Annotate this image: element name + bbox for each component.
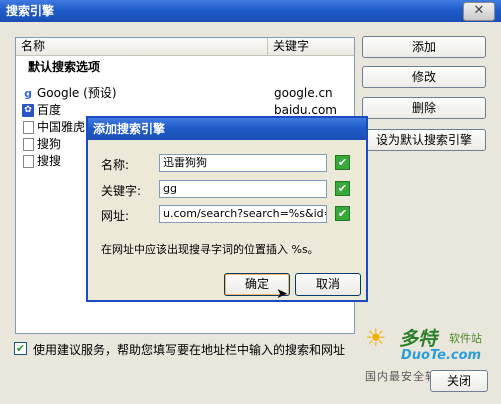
window-title: 搜索引擎 bbox=[6, 4, 55, 18]
url-hint-text: 在网址中应该出现搜寻字词的位置插入 %s。 bbox=[101, 243, 319, 256]
close-button[interactable]: 关闭 bbox=[430, 370, 488, 392]
watermark-domain: DuoTe.com bbox=[401, 348, 482, 363]
keyword-field[interactable]: gg bbox=[159, 180, 327, 198]
google-icon: g bbox=[24, 87, 32, 100]
dialog-title: 添加搜索引擎 bbox=[93, 122, 166, 136]
watermark-brand: 多特 bbox=[399, 328, 438, 350]
mouse-pointer-icon: ➤ bbox=[276, 286, 288, 302]
url-label: 网址: bbox=[101, 209, 130, 223]
keyword-label: 关键字: bbox=[101, 184, 142, 198]
name-label: 名称: bbox=[101, 158, 130, 172]
window-title-bar: 搜索引擎 ✕ bbox=[0, 0, 501, 22]
list-item-google[interactable]: g Google (预设) google.cn bbox=[20, 85, 350, 102]
suggest-service-label: 使用建议服务，帮助您填写要在地址栏中输入的搜索和网址 bbox=[33, 343, 346, 357]
suggest-service-checkbox[interactable]: ✔ bbox=[14, 342, 27, 355]
add-button[interactable]: 添加 bbox=[362, 36, 486, 58]
list-item-name: 百度 bbox=[37, 103, 62, 117]
cancel-button[interactable]: 取消 bbox=[295, 273, 361, 296]
window-close-icon[interactable]: ✕ bbox=[463, 2, 495, 21]
page-icon bbox=[23, 138, 34, 151]
set-default-button[interactable]: 设为默认搜索引擎 bbox=[362, 129, 486, 151]
baidu-paw-icon: ✿ bbox=[22, 104, 34, 117]
list-header: 名称 关键字 bbox=[16, 38, 354, 56]
column-header-name[interactable]: 名称 bbox=[16, 38, 268, 55]
page-icon bbox=[23, 121, 34, 134]
watermark-site: 软件站 bbox=[449, 332, 482, 345]
list-item-keyword: google.cn bbox=[274, 86, 333, 100]
list-item-name: 搜狗 bbox=[37, 137, 62, 151]
page-icon bbox=[23, 155, 34, 168]
duote-logo-icon: ☀ bbox=[365, 324, 387, 352]
name-field[interactable]: 迅雷狗狗 bbox=[159, 154, 327, 172]
list-item-name: 搜搜 bbox=[37, 154, 62, 168]
list-item-name: 中国雅虎 bbox=[37, 120, 86, 134]
add-search-engine-dialog: 添加搜索引擎 名称: 迅雷狗狗 ✔ 关键字: gg ✔ 网址: u.com/se… bbox=[86, 116, 368, 302]
column-header-keyword[interactable]: 关键字 bbox=[269, 38, 354, 55]
default-search-section-title: 默认搜索选项 bbox=[28, 60, 101, 74]
url-valid-check-icon: ✔ bbox=[335, 206, 350, 221]
keyword-valid-check-icon: ✔ bbox=[335, 181, 350, 196]
list-item-name: Google (预设) bbox=[37, 86, 117, 100]
delete-button[interactable]: 删除 bbox=[362, 97, 486, 119]
edit-button[interactable]: 修改 bbox=[362, 66, 486, 88]
url-field[interactable]: u.com/search?search=%s&id=1 bbox=[159, 205, 327, 223]
dialog-title-bar: 添加搜索引擎 bbox=[88, 118, 366, 140]
name-valid-check-icon: ✔ bbox=[335, 155, 350, 170]
